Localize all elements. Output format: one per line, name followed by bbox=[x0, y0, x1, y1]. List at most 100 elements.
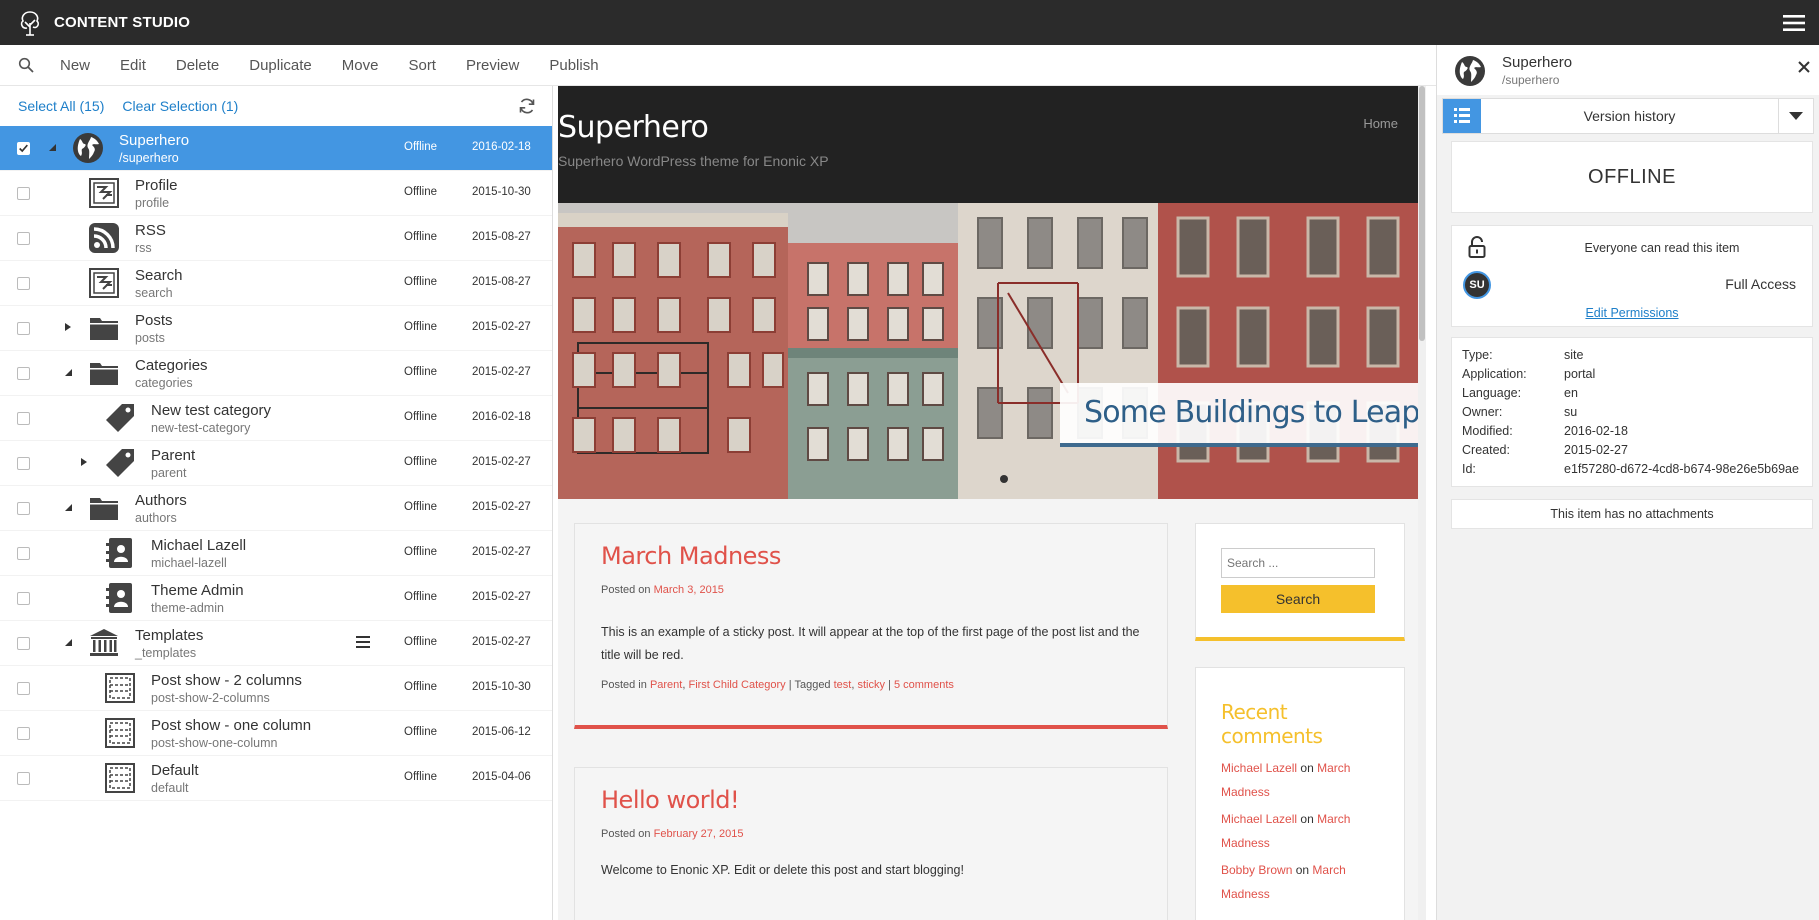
site-title[interactable]: Superhero bbox=[558, 110, 709, 145]
row-checkbox[interactable] bbox=[17, 412, 30, 425]
collapse-arrow-icon[interactable] bbox=[63, 502, 73, 512]
comment-on-label: on bbox=[1295, 863, 1310, 877]
duplicate-button[interactable]: Duplicate bbox=[249, 57, 312, 74]
row-checkbox[interactable] bbox=[17, 457, 30, 470]
preview-scrollbar-thumb[interactable] bbox=[1419, 86, 1425, 341]
post-card: March Madness Posted on March 3, 2015 Th… bbox=[574, 523, 1168, 729]
search-icon[interactable] bbox=[18, 57, 34, 73]
row-checkbox[interactable] bbox=[17, 547, 30, 560]
tree-row[interactable]: Post show - one column post-show-one-col… bbox=[0, 711, 552, 756]
tree-row[interactable]: New test category new-test-category Offl… bbox=[0, 396, 552, 441]
hamburger-menu-icon[interactable] bbox=[1783, 14, 1805, 32]
row-checkbox[interactable] bbox=[17, 232, 30, 245]
comment-author-link[interactable]: Michael Lazell bbox=[1221, 812, 1297, 826]
tree-row[interactable]: Profile profile Offline 2015-10-30 bbox=[0, 171, 552, 216]
collapse-arrow-icon[interactable] bbox=[47, 142, 57, 152]
row-modified-date: 2015-02-27 bbox=[472, 456, 531, 468]
tree-row[interactable]: Search search Offline 2015-08-27 bbox=[0, 261, 552, 306]
tree-row[interactable]: Superhero /superhero Offline 2016-02-18 bbox=[0, 126, 552, 171]
tree-row[interactable]: Categories categories Offline 2015-02-27 bbox=[0, 351, 552, 396]
site-search-input[interactable] bbox=[1221, 548, 1375, 578]
new-button[interactable]: New bbox=[60, 57, 90, 74]
post-title-link[interactable]: March Madness bbox=[601, 542, 781, 570]
hero-slideshow: Some Buildings to Leap bbox=[558, 203, 1418, 499]
refresh-icon[interactable] bbox=[518, 97, 536, 115]
edit-button[interactable]: Edit bbox=[120, 57, 146, 74]
sort-button[interactable]: Sort bbox=[408, 57, 436, 74]
property-value: site bbox=[1564, 348, 1584, 362]
property-key: Id: bbox=[1462, 462, 1476, 476]
tree-row[interactable]: Post show - 2 columns post-show-2-column… bbox=[0, 666, 552, 711]
dropdown-arrow-icon[interactable] bbox=[1779, 99, 1813, 133]
tag-link[interactable]: sticky bbox=[857, 679, 885, 691]
tree-row[interactable]: Posts posts Offline 2015-02-27 bbox=[0, 306, 552, 351]
site-preview-frame[interactable]: Superhero Superhero WordPress theme for … bbox=[558, 86, 1426, 920]
row-checkbox[interactable] bbox=[17, 727, 30, 740]
widget-list-button[interactable] bbox=[1443, 99, 1481, 133]
row-menu-icon[interactable] bbox=[356, 636, 370, 648]
tree-row[interactable]: Theme Admin theme-admin Offline 2015-02-… bbox=[0, 576, 552, 621]
preview-button[interactable]: Preview bbox=[466, 57, 519, 74]
tree-row[interactable]: RSS rss Offline 2015-08-27 bbox=[0, 216, 552, 261]
status-widget: OFFLINE bbox=[1451, 141, 1813, 213]
category-link[interactable]: First Child Category bbox=[688, 679, 785, 691]
row-path: posts bbox=[135, 331, 165, 345]
comments-link[interactable]: 5 comments bbox=[894, 679, 954, 691]
tree-row[interactable]: Default default Offline 2015-04-06 bbox=[0, 756, 552, 801]
row-checkbox[interactable] bbox=[17, 682, 30, 695]
category-link[interactable]: Parent bbox=[650, 679, 682, 691]
move-button[interactable]: Move bbox=[342, 57, 379, 74]
row-modified-date: 2015-08-27 bbox=[472, 276, 531, 288]
edit-permissions-link[interactable]: Edit Permissions bbox=[1452, 306, 1812, 320]
collapse-arrow-icon[interactable] bbox=[63, 367, 73, 377]
row-name: Templates bbox=[135, 627, 204, 644]
tree-row[interactable]: Authors authors Offline 2015-02-27 bbox=[0, 486, 552, 531]
row-checkbox[interactable] bbox=[17, 277, 30, 290]
row-checkbox[interactable] bbox=[17, 502, 30, 515]
row-checkbox[interactable] bbox=[17, 772, 30, 785]
row-checkbox[interactable] bbox=[17, 637, 30, 650]
row-modified-date: 2015-08-27 bbox=[472, 231, 531, 243]
folder-icon bbox=[90, 498, 118, 520]
post-title-link[interactable]: Hello world! bbox=[601, 786, 740, 814]
row-checkbox[interactable] bbox=[17, 187, 30, 200]
delete-button[interactable]: Delete bbox=[176, 57, 219, 74]
tree-row[interactable]: Templates _templates Offline 2015-02-27 bbox=[0, 621, 552, 666]
select-all-link[interactable]: Select All (15) bbox=[18, 98, 104, 114]
collapse-arrow-icon[interactable] bbox=[63, 637, 73, 647]
posted-on-label: Posted on bbox=[601, 828, 651, 840]
tree-row[interactable]: Parent parent Offline 2015-02-27 bbox=[0, 441, 552, 486]
row-checkbox[interactable] bbox=[17, 592, 30, 605]
rss-icon bbox=[89, 223, 119, 253]
comment-author-link[interactable]: Michael Lazell bbox=[1221, 761, 1297, 775]
page-template-icon bbox=[89, 268, 119, 298]
row-status: Offline bbox=[404, 726, 438, 738]
comment-author-link[interactable]: Bobby Brown bbox=[1221, 863, 1292, 877]
row-path: authors bbox=[135, 511, 177, 525]
row-checkbox[interactable] bbox=[17, 322, 30, 335]
row-checkbox[interactable] bbox=[17, 142, 30, 155]
post-date-link[interactable]: February 27, 2015 bbox=[654, 828, 744, 840]
contact-icon bbox=[106, 583, 132, 613]
expand-arrow-icon[interactable] bbox=[79, 457, 89, 467]
post-date-link[interactable]: March 3, 2015 bbox=[654, 584, 724, 596]
site-search-button[interactable]: Search bbox=[1221, 585, 1375, 613]
property-key: Application: bbox=[1462, 367, 1527, 381]
widget-selected-label[interactable]: Version history bbox=[1481, 99, 1779, 133]
preview-scrollbar[interactable] bbox=[1418, 86, 1426, 920]
expand-arrow-icon[interactable] bbox=[63, 322, 73, 332]
property-value: en bbox=[1564, 386, 1578, 400]
recent-comments-title: Recent comments bbox=[1221, 700, 1323, 748]
row-checkbox[interactable] bbox=[17, 367, 30, 380]
site-nav-home-link[interactable]: Home bbox=[1363, 116, 1398, 131]
row-path: _templates bbox=[135, 646, 197, 660]
tree-row[interactable]: Michael Lazell michael-lazell Offline 20… bbox=[0, 531, 552, 576]
tag-link[interactable]: test bbox=[834, 679, 852, 691]
row-status: Offline bbox=[404, 636, 438, 648]
clear-selection-link[interactable]: Clear Selection (1) bbox=[122, 98, 238, 114]
enonic-tree-logo-icon bbox=[20, 10, 40, 36]
publish-button[interactable]: Publish bbox=[549, 57, 598, 74]
row-name: New test category bbox=[151, 402, 272, 419]
unlock-icon bbox=[1468, 236, 1486, 258]
close-icon[interactable] bbox=[1798, 61, 1810, 73]
